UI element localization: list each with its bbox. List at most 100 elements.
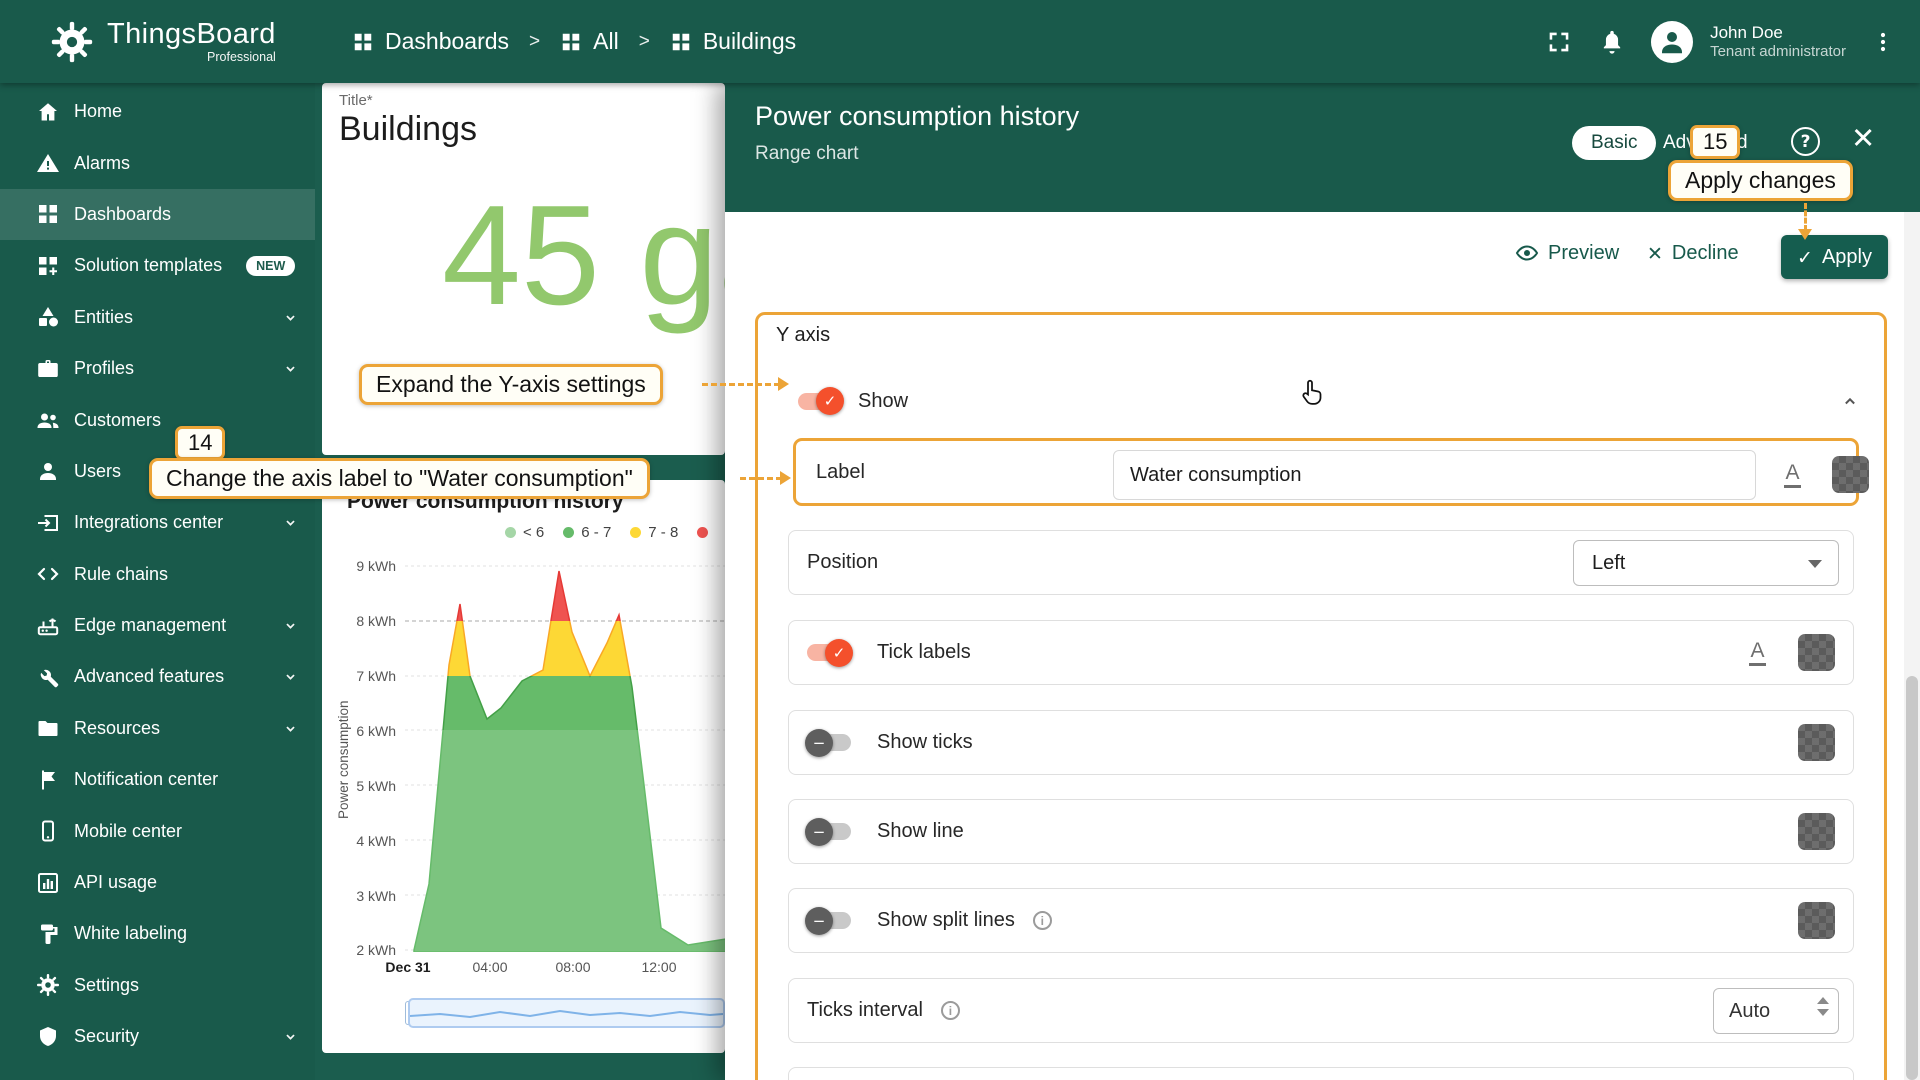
scrollbar-thumb[interactable] xyxy=(1906,676,1918,1080)
sidebar-item-label: Advanced features xyxy=(74,666,225,687)
preview-button[interactable]: Preview xyxy=(1515,241,1619,265)
panel-scrollbar[interactable] xyxy=(1904,212,1920,1080)
sidebar-item-api-usage[interactable]: API usage xyxy=(0,857,315,908)
basic-mode-toggle[interactable]: Basic xyxy=(1572,126,1657,160)
sidebar-item-rule-chains[interactable]: Rule chains xyxy=(0,549,315,600)
legend-item[interactable] xyxy=(697,527,709,538)
color-picker-swatch[interactable] xyxy=(1798,634,1835,671)
sidebar-item-mobile-center[interactable]: Mobile center xyxy=(0,805,315,856)
sidebar-item-resources[interactable]: Resources xyxy=(0,703,315,754)
y-axis-section: Y axis Show Label Position Left xyxy=(755,312,1887,1080)
user-block[interactable]: John Doe Tenant administrator xyxy=(1710,22,1846,62)
sidebar-item-label: Dashboards xyxy=(74,203,172,224)
sidebar-item-edge-management[interactable]: Edge management xyxy=(0,600,315,651)
dashboards-icon xyxy=(36,202,60,226)
breadcrumb-buildings[interactable]: Buildings xyxy=(670,28,796,55)
stepper-arrows-icon[interactable] xyxy=(1817,997,1829,1016)
show-ticks-row: Show ticks xyxy=(788,710,1854,775)
font-settings-icon[interactable] xyxy=(1774,456,1811,493)
range-preview-line xyxy=(409,1009,724,1019)
breadcrumb-dashboards[interactable]: Dashboards xyxy=(352,28,509,55)
notifications-bell-icon[interactable] xyxy=(1598,28,1626,56)
show-split-lines-toggle[interactable] xyxy=(805,906,851,935)
color-picker-swatch[interactable] xyxy=(1798,902,1835,939)
show-toggle[interactable] xyxy=(798,387,844,415)
legend-item[interactable]: < 6 xyxy=(505,524,544,541)
info-icon[interactable] xyxy=(1032,911,1052,930)
customers-icon xyxy=(36,408,60,432)
legend-dot xyxy=(697,527,709,538)
position-label: Position xyxy=(807,551,879,573)
next-settings-row-partial xyxy=(788,1067,1854,1080)
font-settings-icon[interactable] xyxy=(1739,634,1776,671)
position-select[interactable]: Left xyxy=(1573,540,1839,586)
breadcrumb-label: All xyxy=(593,28,619,54)
chevron-down-icon xyxy=(282,617,299,634)
sidebar-item-label: Edge management xyxy=(74,615,227,636)
legend-item[interactable]: 7 - 8 xyxy=(630,524,678,541)
kebab-menu-icon[interactable] xyxy=(1871,28,1895,56)
sidebar-item-dashboards[interactable]: Dashboards xyxy=(0,188,315,241)
chevron-up-icon[interactable] xyxy=(1840,391,1860,411)
show-ticks-toggle[interactable] xyxy=(805,728,851,757)
sidebar-item-label: Notification center xyxy=(74,769,219,790)
check-icon xyxy=(1797,245,1813,269)
chevron-down-icon xyxy=(282,514,299,531)
info-icon[interactable] xyxy=(940,1001,960,1020)
home-icon xyxy=(36,100,60,124)
white-labeling-icon xyxy=(36,922,60,946)
new-badge: NEW xyxy=(246,255,296,276)
user-icon xyxy=(1657,27,1687,57)
sidebar-item-advanced-features[interactable]: Advanced features xyxy=(0,651,315,702)
breadcrumb: Dashboards > All > Buildings xyxy=(352,28,796,55)
sidebar-item-customers[interactable]: Customers xyxy=(0,394,315,445)
legend-item[interactable]: 6 - 7 xyxy=(563,524,611,541)
legend-dot xyxy=(505,527,516,538)
show-line-row: Show line xyxy=(788,799,1854,864)
ticks-interval-input[interactable]: Auto xyxy=(1713,988,1839,1034)
sidebar-item-label: Mobile center xyxy=(74,820,183,841)
sidebar-item-home[interactable]: Home xyxy=(0,86,315,137)
fullscreen-icon[interactable] xyxy=(1545,28,1573,56)
sidebar-item-integrations-center[interactable]: Integrations center xyxy=(0,497,315,548)
annotation-apply-changes: Apply changes xyxy=(1668,160,1853,201)
tick-labels-toggle[interactable] xyxy=(807,638,853,667)
entities-icon xyxy=(36,305,60,329)
tick-labels-row: Tick labels xyxy=(788,620,1854,685)
axis-label-input[interactable] xyxy=(1113,450,1756,500)
color-picker-swatch[interactable] xyxy=(1832,456,1869,493)
apply-button[interactable]: Apply xyxy=(1781,235,1888,279)
sidebar-nav: Home Alarms Dashboards Solution template… xyxy=(0,83,315,1080)
color-picker-swatch[interactable] xyxy=(1798,813,1835,850)
dashboards-icon xyxy=(670,31,692,53)
help-icon[interactable] xyxy=(1791,127,1820,156)
y-axis-show-row[interactable]: Show xyxy=(798,370,1860,432)
ticks-interval-row: Ticks interval Auto xyxy=(788,978,1854,1043)
sidebar-item-white-labeling[interactable]: White labeling xyxy=(0,908,315,959)
breadcrumb-all[interactable]: All xyxy=(560,28,619,55)
sidebar-item-solution-templates[interactable]: Solution templates NEW xyxy=(0,240,315,291)
sidebar-item-security[interactable]: Security xyxy=(0,1011,315,1062)
integrations-icon xyxy=(36,511,60,535)
avatar[interactable] xyxy=(1651,20,1694,63)
sidebar-item-profiles[interactable]: Profiles xyxy=(0,343,315,394)
show-line-toggle[interactable] xyxy=(805,817,851,846)
sidebar-item-alarms[interactable]: Alarms xyxy=(0,137,315,188)
title-field-value[interactable]: Buildings xyxy=(339,110,477,149)
close-icon[interactable] xyxy=(1851,121,1875,155)
sidebar-item-label: Integrations center xyxy=(74,512,224,533)
panel-subtitle: Range chart xyxy=(755,143,859,164)
decline-button[interactable]: Decline xyxy=(1647,241,1739,265)
annotation-arrow xyxy=(778,377,789,391)
sidebar-item-entities[interactable]: Entities xyxy=(0,292,315,343)
sidebar-item-label: Rule chains xyxy=(74,563,169,584)
show-split-lines-row: Show split lines xyxy=(788,888,1854,953)
thingsboard-logo-icon xyxy=(50,20,94,64)
range-selector[interactable] xyxy=(408,998,725,1028)
power-consumption-widget[interactable]: Power consumption history < 6 6 - 7 7 - … xyxy=(322,480,725,1053)
brand-name: ThingsBoard xyxy=(107,17,276,50)
color-picker-swatch[interactable] xyxy=(1798,724,1835,761)
sidebar-item-notification-center[interactable]: Notification center xyxy=(0,754,315,805)
sidebar-item-settings[interactable]: Settings xyxy=(0,960,315,1011)
chart-legend: < 6 6 - 7 7 - 8 xyxy=(505,524,709,541)
